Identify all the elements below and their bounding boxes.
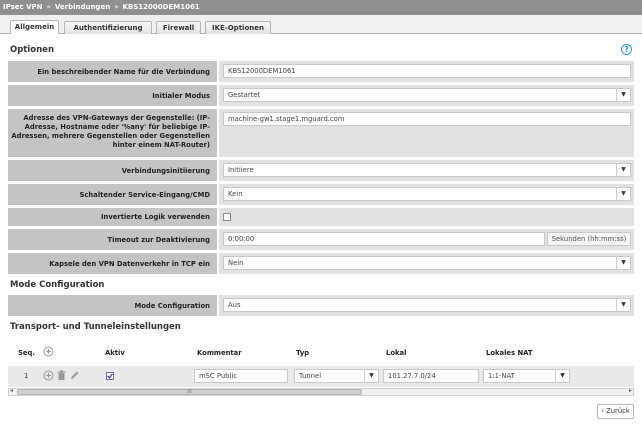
connection-name-input[interactable]: KBS12000DEM1061 xyxy=(223,64,631,78)
breadcrumb-separator: » xyxy=(114,3,119,11)
label-timeout: Timeout zur Deaktivierung xyxy=(8,229,217,250)
section-title-options: Optionen xyxy=(10,45,54,55)
chevron-down-icon[interactable]: ▼ xyxy=(616,89,630,101)
breadcrumb-item-current: KBS12000DEM1061 xyxy=(122,3,200,11)
active-checkbox[interactable] xyxy=(106,372,114,380)
label-gateway-address: Adresse des VPN-Gateways der Gegenstelle… xyxy=(8,109,217,157)
label-connection-initiation: Verbindungsinitiierung xyxy=(8,160,217,181)
horizontal-scrollbar[interactable]: ◂ III ▸ xyxy=(8,387,634,396)
tab-general[interactable]: Allgemein xyxy=(10,20,59,34)
local-network-input[interactable]: 101.27.7.0/24 xyxy=(383,369,479,383)
chevron-down-icon[interactable]: ▼ xyxy=(616,299,630,311)
timeout-unit: Sekunden (hh:mm:ss) xyxy=(547,232,631,246)
pencil-icon[interactable] xyxy=(69,370,80,383)
comment-input[interactable]: mSC Public xyxy=(194,369,288,383)
back-button[interactable]: ‹ Zurück xyxy=(597,404,634,419)
label-mode-config: Mode Configuration xyxy=(8,295,217,316)
connection-initiation-value: Initiiere xyxy=(228,166,254,174)
type-value: Tunnel xyxy=(299,372,322,380)
chevron-down-icon[interactable]: ▼ xyxy=(555,370,569,382)
label-connection-name: Ein beschreibender Name für die Verbindu… xyxy=(8,61,217,82)
row-initial-mode: Gestartet ▼ xyxy=(219,85,634,106)
inverted-logic-checkbox[interactable] xyxy=(223,213,231,221)
column-header-comment: Kommentar xyxy=(197,349,242,357)
back-button-label: Zurück xyxy=(606,407,630,415)
row-timeout: 0:00:00 Sekunden (hh:mm:ss) xyxy=(219,229,634,250)
label-initial-mode: Initialer Modus xyxy=(8,85,217,106)
service-input-value: Kein xyxy=(228,190,243,198)
column-header-seq: Seq. xyxy=(18,349,35,357)
local-nat-value: 1:1-NAT xyxy=(488,372,515,380)
row-tcp-encapsulation: Nein ▼ xyxy=(219,253,634,274)
insert-row-icon[interactable] xyxy=(43,370,54,383)
label-service-input: Schaltender Service-Eingang/CMD xyxy=(8,184,217,205)
add-row-icon[interactable] xyxy=(43,346,54,359)
column-header-type: Typ xyxy=(296,349,310,357)
row-gateway-address: machine-gw1.stage1.mguard.com xyxy=(219,109,634,157)
label-tcp-encapsulation: Kapsele den VPN Datenverkehr in TCP ein xyxy=(8,253,217,274)
timeout-input[interactable]: 0:00:00 xyxy=(223,232,545,246)
breadcrumb: IPsec VPN» Verbindungen» KBS12000DEM1061 xyxy=(0,0,642,15)
mode-config-value: Aus xyxy=(228,301,241,309)
local-nat-select[interactable]: 1:1-NAT ▼ xyxy=(483,369,570,383)
table-row: 1 mSC Public Tunnel ▼ 101.27.7.0/24 1:1-… xyxy=(8,366,634,387)
breadcrumb-item-ipsec[interactable]: IPsec VPN xyxy=(3,3,43,11)
row-service-input: Kein ▼ xyxy=(219,184,634,205)
initial-mode-select[interactable]: Gestartet ▼ xyxy=(223,88,631,102)
column-header-local-nat: Lokales NAT xyxy=(486,349,533,357)
scroll-thumb[interactable]: III xyxy=(17,389,362,395)
initial-mode-value: Gestartet xyxy=(228,91,261,99)
help-icon[interactable]: ? xyxy=(621,44,632,55)
tab-firewall[interactable]: Firewall xyxy=(156,21,201,34)
label-inverted-logic: Invertierte Logik verwenden xyxy=(8,208,217,226)
chevron-down-icon[interactable]: ▼ xyxy=(616,188,630,200)
row-connection-name: KBS12000DEM1061 xyxy=(219,61,634,82)
service-input-select[interactable]: Kein ▼ xyxy=(223,187,631,201)
column-header-active: Aktiv xyxy=(105,349,125,357)
mode-config-select[interactable]: Aus ▼ xyxy=(223,298,631,312)
tab-authentication[interactable]: Authentifizierung xyxy=(64,21,152,34)
row-mode-config: Aus ▼ xyxy=(219,295,634,316)
tab-bar: Allgemein Authentifizierung Firewall IKE… xyxy=(0,15,642,34)
breadcrumb-item-connections[interactable]: Verbindungen xyxy=(55,3,110,11)
tcp-encapsulation-value: Nein xyxy=(228,259,244,267)
breadcrumb-separator: » xyxy=(46,3,51,11)
section-title-mode-config: Mode Configuration xyxy=(10,280,105,290)
tcp-encapsulation-select[interactable]: Nein ▼ xyxy=(223,256,631,270)
row-connection-initiation: Initiiere ▼ xyxy=(219,160,634,181)
section-title-transport: Transport- und Tunneleinstellungen xyxy=(10,322,181,332)
gateway-address-input[interactable]: machine-gw1.stage1.mguard.com xyxy=(223,112,631,126)
chevron-down-icon[interactable]: ▼ xyxy=(364,370,378,382)
column-header-local: Lokal xyxy=(386,349,407,357)
scroll-right-icon[interactable]: ▸ xyxy=(629,387,632,394)
tab-ike-options[interactable]: IKE-Optionen xyxy=(205,21,271,34)
chevron-down-icon[interactable]: ▼ xyxy=(616,164,630,176)
chevron-down-icon[interactable]: ▼ xyxy=(616,257,630,269)
trash-icon[interactable] xyxy=(57,370,66,383)
row-inverted-logic xyxy=(219,208,634,226)
scroll-left-icon[interactable]: ◂ xyxy=(10,387,13,394)
type-select[interactable]: Tunnel ▼ xyxy=(294,369,379,383)
connection-initiation-select[interactable]: Initiiere ▼ xyxy=(223,163,631,177)
row-seq: 1 xyxy=(24,372,29,380)
